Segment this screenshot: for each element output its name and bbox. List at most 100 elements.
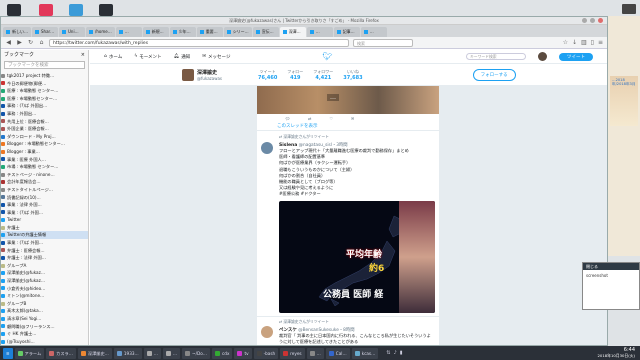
bookmark-item[interactable]: 深澤諭史(@fukaz… (1, 277, 88, 285)
browser-tab[interactable]: 記事… (333, 27, 360, 37)
url-bar[interactable]: https://twitter.com/fukazawas/with_repli… (49, 38, 349, 47)
bookmark-item[interactable]: テストページ - ninone… (1, 171, 88, 179)
taskbar-item[interactable]: cdx (212, 347, 233, 359)
taskbar-item[interactable]: 1933… (113, 347, 142, 359)
library-icon[interactable]: ▥ (581, 39, 587, 46)
start-menu-icon[interactable]: ≡ (3, 347, 13, 359)
taskbar-item[interactable]: ~/Do… (182, 347, 210, 359)
tweet-time[interactable]: ・8時間 (339, 328, 355, 333)
bookmark-item[interactable]: 弁護士 : 医療会報… (1, 247, 88, 255)
bookmark-item[interactable]: 事業 : (?)ば 外国… (1, 209, 88, 217)
user-avatar-icon[interactable] (538, 52, 547, 61)
desktop-icon-dark[interactable] (96, 4, 116, 16)
twitter-nav-item[interactable]: 🔔︎ 通知 (174, 54, 191, 60)
browser-tab[interactable]: 新規… (142, 27, 169, 37)
taskbar-item[interactable]: kcas… (351, 347, 379, 359)
taskbar-clock[interactable]: 6:44 2018年10月30日(火) (598, 348, 637, 359)
forward-icon[interactable]: ▶ (16, 39, 23, 46)
back-icon[interactable]: ◀ (5, 39, 12, 46)
profile-avatar[interactable] (182, 68, 194, 81)
bookmark-search-input[interactable]: ブックマークを検索 (4, 61, 85, 69)
bookmark-item[interactable]: 医療 : 市場動態 センター… (1, 87, 88, 95)
browser-tab[interactable]: 少年… (169, 27, 196, 37)
taskbar-item[interactable]: … (143, 347, 161, 359)
browser-tab[interactable]: /home… (86, 27, 115, 37)
bookmark-item[interactable]: Twitter (1, 216, 88, 224)
follow-button[interactable]: フォローする (472, 68, 516, 81)
profile-stat[interactable]: いいね 37,683 (343, 69, 362, 81)
browser-tab[interactable]: … (306, 27, 333, 37)
profile-stat[interactable]: フォロワー 4,421 (313, 69, 333, 81)
tweet[interactable]: ⇄ 深澤諭史さんがリツイート ペンスケ @BensanSukesuke・8時間 … (257, 315, 439, 345)
bookmark-item[interactable]: グループB (1, 300, 88, 308)
profile-name[interactable]: 深澤諭史 (197, 69, 222, 76)
taskbar-item[interactable]: … (306, 347, 324, 359)
browser-tab[interactable]: 新しい… (3, 27, 31, 37)
retweet-icon[interactable]: ⇄ (308, 116, 311, 121)
bookmark-item[interactable]: 外国企業 : 医療会報… (1, 125, 88, 133)
reload-icon[interactable]: ↻ (27, 39, 34, 46)
bookmark-item[interactable]: 事務 : 外国出… (1, 110, 88, 118)
bookmark-item[interactable]: 小倉秀夫(@hideo… (1, 285, 88, 293)
home-icon[interactable]: ⌂ (38, 39, 45, 46)
twitter-nav-item[interactable]: ⌂ ホーム (104, 54, 122, 60)
bookmark-item[interactable]: Twitterの弁護士情報 (1, 231, 88, 240)
bookmark-item[interactable]: 事務 : (?)ば 外国出… (1, 102, 88, 110)
browser-tab[interactable]: 重要… (196, 27, 223, 37)
dm-icon[interactable]: ✉ (351, 116, 354, 121)
browser-tab[interactable]: Shar… (32, 27, 58, 37)
tweet-media[interactable]: 平均年齢 約6 公務員 医師 経 (279, 200, 435, 313)
taskbar-item[interactable]: reyes (280, 347, 305, 359)
taskbar-item[interactable]: … (162, 347, 181, 359)
taskbar-item[interactable]: Cal… (325, 347, 350, 359)
tweet-button[interactable]: ツイート (559, 52, 593, 61)
popup-header[interactable]: 閉じる (583, 263, 639, 270)
desktop-icon-blue[interactable] (66, 4, 86, 16)
browser-tab[interactable]: シリー… (223, 27, 252, 37)
browser-tab[interactable]: Uni… (59, 27, 85, 37)
search-bar[interactable]: 検索 (353, 38, 413, 47)
reply-icon[interactable]: 💬︎ (285, 116, 290, 121)
close-button[interactable] (598, 18, 603, 23)
bookmark-item[interactable]: 弁護士 : 法律 外国… (1, 254, 88, 262)
bookmark-item[interactable]: 弁護士 (1, 224, 88, 232)
previous-tweet-image[interactable]: … (257, 86, 439, 114)
download-icon[interactable]: ↓ (572, 39, 577, 46)
browser-tab[interactable]: 宣伝… (252, 27, 279, 37)
bookmark-item[interactable]: 市場 : 市場動態 センター… (1, 163, 88, 171)
taskbar-item[interactable]: カスラ… (46, 347, 76, 359)
bookmark-star-icon[interactable]: ☆ (563, 39, 568, 46)
taskbar-item[interactable]: アラーム (14, 347, 45, 359)
bookmark-item[interactable]: 事業 : 法律 外国… (1, 201, 88, 209)
tweet[interactable]: ⇄ 深澤諭史さんがリツイート Sislena @nagatasu_sisl・3時… (257, 131, 439, 313)
tweet-author-avatar[interactable] (261, 142, 273, 154)
bookmark-item[interactable]: ミトン(@mitone… (1, 292, 88, 300)
bookmark-item[interactable]: 事業 : 医療 外国人… (1, 156, 88, 164)
twitter-nav-item[interactable]: ✉ メッセージ (202, 54, 230, 60)
bookmark-item[interactable]: Blogger : 事業… (1, 148, 88, 156)
twitter-nav-item[interactable]: ϟ モーメント (134, 54, 161, 60)
minimize-button[interactable] (582, 18, 587, 23)
bookmark-item[interactable]: 今日の郵便物(郵便… (1, 80, 88, 88)
like-icon[interactable]: ♡ (329, 116, 333, 121)
browser-tab[interactable]: … (115, 27, 142, 37)
bookmark-item[interactable]: 会計年度報告会… (1, 178, 88, 186)
network-icon[interactable]: ⇅ (386, 350, 390, 356)
bookmark-item[interactable]: ダウンロード - My Proj… (1, 133, 88, 141)
show-thread-link[interactable]: このスレッドを表示 (257, 123, 439, 131)
taskbar-item[interactable]: 深澤諭史… (77, 347, 112, 359)
desktop-icon-trash[interactable] (4, 4, 24, 16)
profile-stat[interactable]: フォロー 419 (287, 69, 303, 81)
bookmark-item[interactable]: テストタイトルページ… (1, 186, 88, 194)
tweet-author-name[interactable]: ペンスケ (279, 328, 297, 333)
sidebar-toggle-icon[interactable]: ▯ (591, 39, 594, 46)
browser-tab[interactable]: … (360, 27, 387, 37)
bookmark-item[interactable]: ぐ HK 弁護士… (1, 330, 88, 338)
menu-icon[interactable]: ≡ (598, 39, 603, 46)
taskbar-item[interactable]: tv (234, 347, 252, 359)
maximize-button[interactable] (590, 18, 595, 23)
bookmark-item[interactable]: 共用上位 : 医療会報… (1, 118, 88, 126)
bookmark-item[interactable]: 髙木太郎(@taka… (1, 307, 88, 315)
bookmark-item[interactable]: tgk2017 project 特徴… (1, 72, 88, 80)
desktop-icon-red[interactable] (36, 4, 56, 16)
